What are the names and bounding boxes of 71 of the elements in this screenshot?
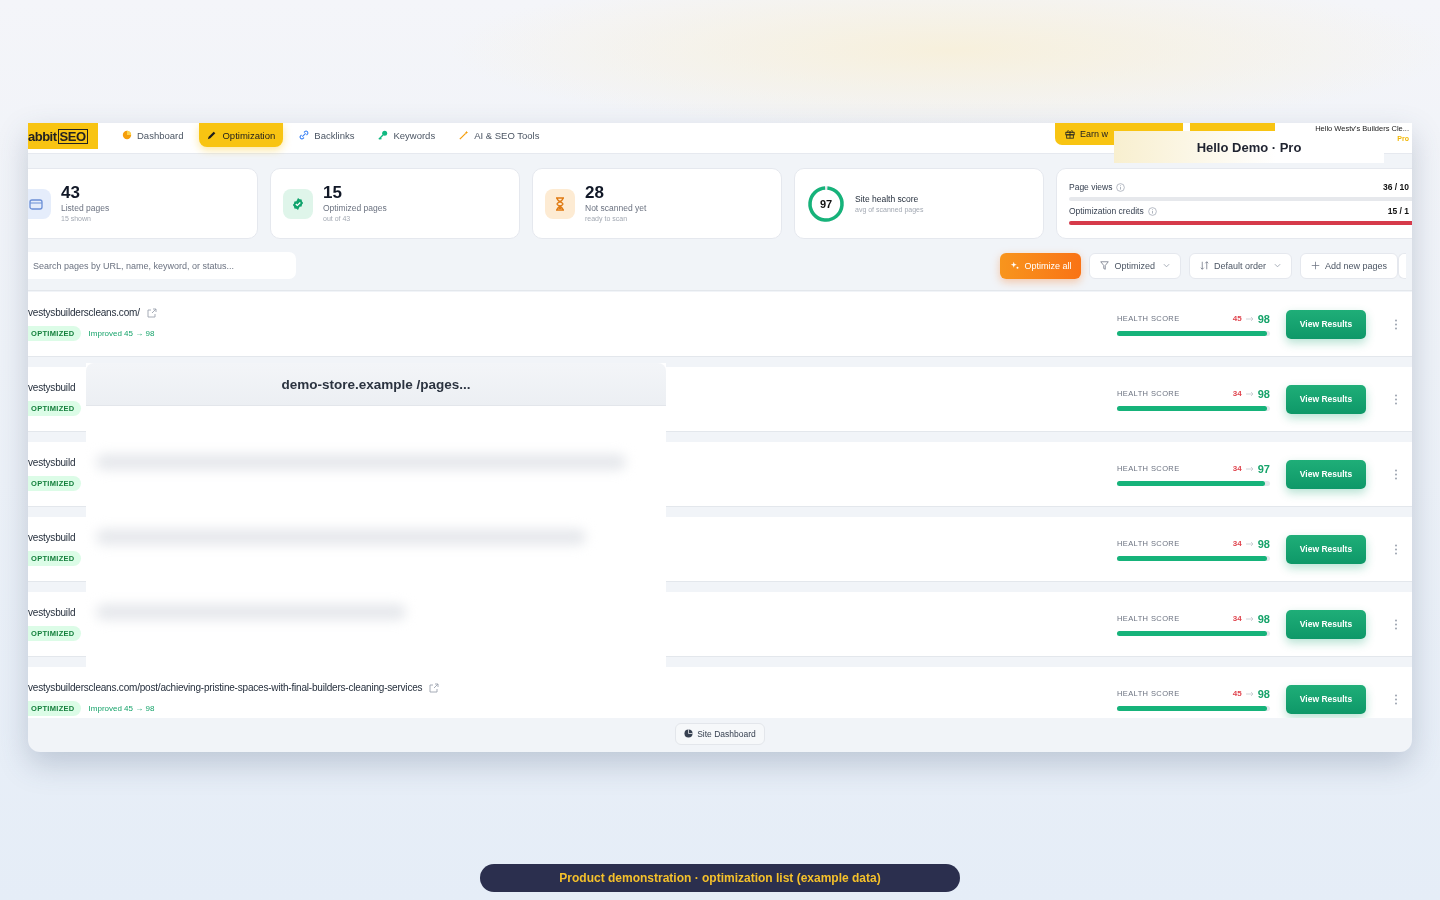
key-icon <box>378 130 389 140</box>
score-after: 98 <box>1257 312 1270 325</box>
improvement-note: Improved 45 → 98 <box>88 704 155 713</box>
page-url: vestysbuilderscleans.com/ <box>28 307 140 318</box>
site-dashboard-button[interactable]: Site Dashboard <box>675 722 765 745</box>
panel-title: demo-store.example /pages... <box>86 363 666 406</box>
stat-label: Not scanned yet <box>585 203 647 214</box>
page-url: vestysbuild <box>28 457 76 468</box>
link-icon <box>299 130 310 140</box>
score-after: 97 <box>1257 462 1270 475</box>
score-before: 34 <box>1232 614 1242 623</box>
greeting-toast: Hello Demo · Pro <box>1114 131 1384 163</box>
nav-tab[interactable]: AI & SEO Tools <box>451 123 548 147</box>
page-url: vestysbuild <box>28 607 76 618</box>
meter-label: Page views <box>1069 182 1113 192</box>
arrow-right-icon <box>1245 615 1254 622</box>
nav-tab[interactable]: Dashboard <box>114 123 192 147</box>
logo[interactable]: abbit SEO <box>28 123 98 149</box>
stat-value: 15 <box>323 183 343 203</box>
page-url: vestysbuild <box>28 532 76 543</box>
magic-wand-icon <box>459 130 470 140</box>
info-icon <box>1147 206 1157 216</box>
meter-reading: 36 / 10 <box>1383 182 1409 192</box>
pie-chart-icon <box>122 130 132 140</box>
page-url: vestysbuild <box>28 382 76 393</box>
score-before: 34 <box>1232 464 1242 473</box>
nav-tab[interactable]: Keywords <box>370 123 444 147</box>
pie-chart-icon <box>684 729 694 738</box>
stat-label: Listed pages <box>61 203 110 214</box>
score-before: 34 <box>1232 539 1242 548</box>
improvement-note: Improved 45 → 98 <box>88 329 155 338</box>
toolbar-button[interactable]: Add new pages <box>1299 252 1398 279</box>
toolbar-button[interactable] <box>1398 252 1406 279</box>
arrow-right-icon <box>1245 390 1254 397</box>
arrow-right-icon <box>1245 540 1254 547</box>
arrow-right-icon <box>1245 465 1254 472</box>
folder-icon <box>29 196 43 211</box>
chevron-down-icon <box>1162 262 1170 269</box>
stat-value: 43 <box>61 183 81 203</box>
nav-tab[interactable]: Backlinks <box>291 123 363 147</box>
nav-tab[interactable]: Optimization <box>199 123 284 147</box>
caption-banner: Product demonstration · optimization list (example data) <box>480 864 960 892</box>
arrow-right-icon <box>1245 315 1254 322</box>
hourglass-icon <box>553 196 567 211</box>
score-after: 98 <box>1257 687 1270 700</box>
chevron-down-icon <box>1273 262 1281 269</box>
check-badge-icon <box>291 196 305 211</box>
score-after: 98 <box>1257 387 1270 400</box>
pencil-icon <box>207 130 218 140</box>
filter-icon <box>1100 261 1110 270</box>
info-icon <box>1116 182 1126 192</box>
gift-icon <box>1065 129 1075 139</box>
score-before: 45 <box>1232 314 1242 323</box>
meter-reading: 15 / 1 <box>1387 206 1409 216</box>
sparkle-icon <box>1010 261 1020 270</box>
stat-value: 28 <box>585 183 605 203</box>
score-after: 98 <box>1257 612 1270 625</box>
meter-label: Optimization credits <box>1069 206 1144 216</box>
arrow-right-icon <box>1245 690 1254 697</box>
score-value: 97 <box>818 196 834 211</box>
sort-icon <box>1199 261 1209 270</box>
score-before: 34 <box>1232 389 1242 398</box>
score-after: 98 <box>1257 537 1270 550</box>
search-field[interactable]: Search pages by URL, name, keyword, or status... <box>28 252 296 279</box>
stat-label: Site health score <box>855 192 920 205</box>
stat-label: Optimized pages <box>323 203 387 214</box>
plus-icon <box>1310 261 1320 270</box>
toolbar-button[interactable]: Optimized <box>1089 252 1181 279</box>
toolbar-button[interactable]: Default order <box>1188 252 1292 279</box>
score-before: 45 <box>1232 689 1242 698</box>
page-url: vestysbuilderscleans.com/post/achieving-pristine-spaces-with-final-builders-cleaning-services <box>28 682 423 693</box>
